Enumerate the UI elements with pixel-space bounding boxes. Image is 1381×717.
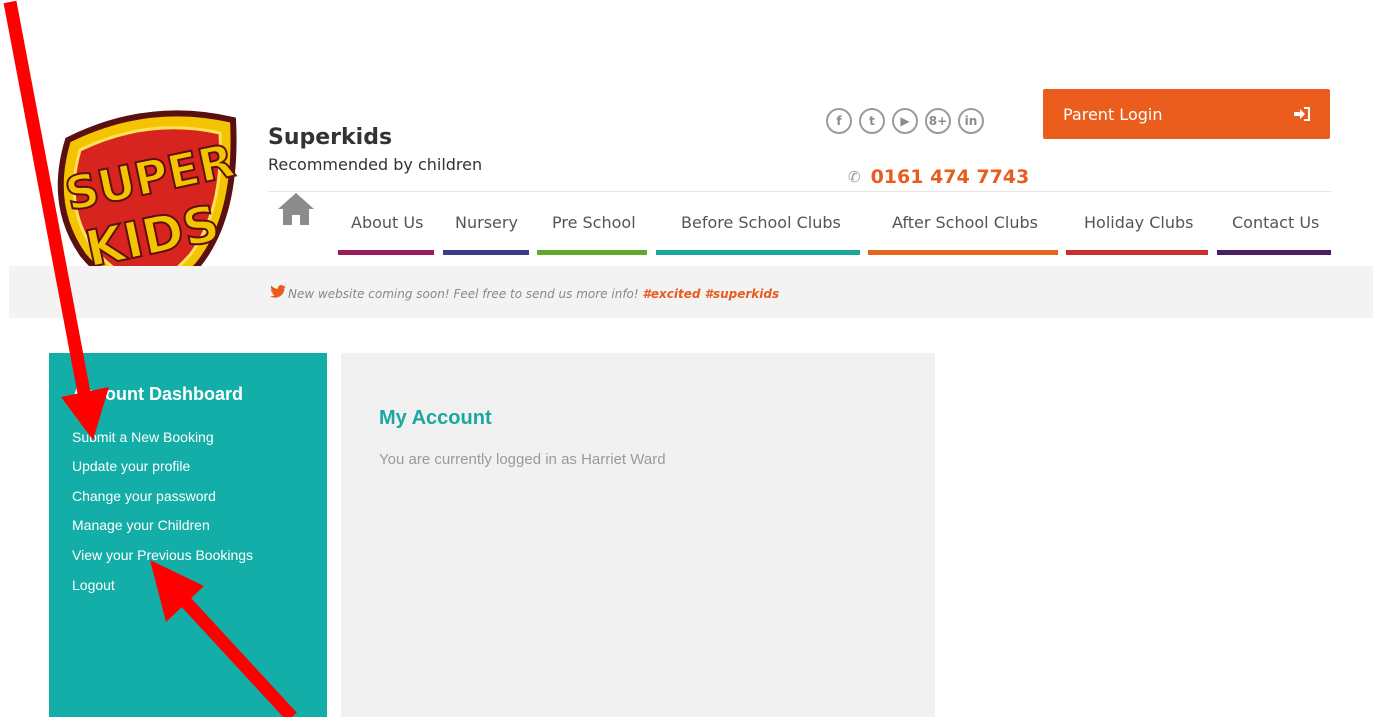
sidebar-link-previous-bookings[interactable]: View your Previous Bookings [72, 547, 253, 563]
sidebar-link-manage-children[interactable]: Manage your Children [72, 517, 210, 533]
site-tagline: Recommended by children [268, 155, 483, 174]
tweet-text: New website coming soon! Feel free to se… [288, 287, 779, 301]
nav-underline [868, 250, 1058, 255]
nav-holiday-clubs[interactable]: Holiday Clubs [1084, 213, 1193, 232]
phone-icon: ✆ [848, 168, 861, 186]
main-title: My Account [379, 407, 492, 429]
nav-underline [443, 250, 529, 255]
twitter-bird-icon [270, 285, 286, 298]
tweet-body: New website coming soon! Feel free to se… [288, 287, 639, 301]
phone-number-text: 0161 474 7743 [870, 166, 1030, 188]
nav-after-school-clubs[interactable]: After School Clubs [892, 213, 1038, 232]
nav-about-us[interactable]: About Us [351, 213, 423, 232]
account-sidebar [49, 353, 327, 717]
google-plus-icon[interactable]: 8+ [925, 108, 951, 134]
phone-number[interactable]: ✆ 0161 474 7743 [848, 166, 1029, 188]
sidebar-link-submit-booking[interactable]: Submit a New Booking [72, 429, 214, 445]
youtube-icon[interactable]: ▶ [892, 108, 918, 134]
sign-in-icon [1294, 107, 1310, 121]
nav-pre-school[interactable]: Pre School [552, 213, 636, 232]
nav-underline [1217, 250, 1331, 255]
site-title: Superkids [268, 125, 393, 150]
logged-in-message: You are currently logged in as Harriet W… [379, 451, 666, 468]
linkedin-icon[interactable]: in [958, 108, 984, 134]
twitter-icon[interactable]: t [859, 108, 885, 134]
nav-divider [268, 191, 1331, 192]
nav-underline [1066, 250, 1208, 255]
tweet-hashtags[interactable]: #excited #superkids [643, 287, 780, 301]
sidebar-link-logout[interactable]: Logout [72, 577, 115, 593]
sidebar-link-change-password[interactable]: Change your password [72, 488, 216, 504]
nav-underline [537, 250, 647, 255]
sidebar-title: Account Dashboard [72, 384, 244, 404]
parent-login-label: Parent Login [1063, 104, 1163, 124]
home-icon[interactable] [276, 191, 316, 227]
nav-underline [656, 250, 860, 255]
nav-nursery[interactable]: Nursery [455, 213, 518, 232]
social-links: f t ▶ 8+ in [826, 108, 984, 134]
nav-before-school-clubs[interactable]: Before School Clubs [681, 213, 841, 232]
nav-underline [338, 250, 434, 255]
nav-contact-us[interactable]: Contact Us [1232, 213, 1319, 232]
parent-login-button[interactable]: Parent Login [1043, 89, 1330, 139]
facebook-icon[interactable]: f [826, 108, 852, 134]
sidebar-link-update-profile[interactable]: Update your profile [72, 458, 190, 474]
